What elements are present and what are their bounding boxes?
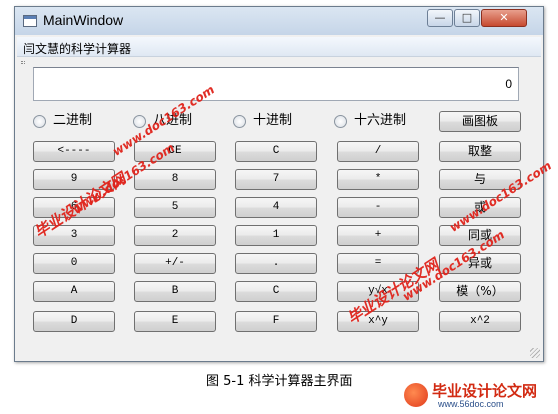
- digit-7-button[interactable]: 7: [235, 169, 317, 190]
- hex-a-button[interactable]: A: [33, 281, 115, 302]
- radio-label: 十六进制: [354, 113, 407, 128]
- minimize-button[interactable]: —: [427, 9, 453, 27]
- hex-e-button[interactable]: E: [134, 311, 216, 332]
- resize-grip-icon[interactable]: [530, 348, 540, 358]
- logo-title: 毕业设计论文网: [432, 382, 538, 400]
- radio-label: 二进制: [53, 113, 93, 128]
- digit-0-button[interactable]: 0: [33, 253, 115, 274]
- radio-circle-icon: [33, 115, 46, 128]
- radio-label: 十进制: [253, 113, 293, 128]
- figure-caption: 图 5-1 科学计算器主界面: [206, 374, 353, 389]
- backspace-button[interactable]: <----: [33, 141, 115, 162]
- window-title: MainWindow: [43, 12, 124, 28]
- minus-button[interactable]: -: [337, 197, 419, 218]
- toolbar-handle[interactable]: [21, 61, 25, 64]
- radio-circle-icon: [334, 115, 347, 128]
- divide-button[interactable]: /: [337, 141, 419, 162]
- sign-toggle-button[interactable]: +/-: [134, 253, 216, 274]
- draw-board-button[interactable]: 画图板: [439, 111, 521, 132]
- hex-c-button[interactable]: C: [235, 281, 317, 302]
- hex-d-button[interactable]: D: [33, 311, 115, 332]
- round-button[interactable]: 取整: [439, 141, 521, 162]
- multiply-button[interactable]: *: [337, 169, 419, 190]
- menu-item-calculator[interactable]: 闫文慧的科学计算器: [23, 40, 131, 57]
- square-button[interactable]: x^2: [439, 311, 521, 332]
- clear-button[interactable]: C: [235, 141, 317, 162]
- digit-4-button[interactable]: 4: [235, 197, 317, 218]
- title-bar[interactable]: MainWindow — □ ✕: [15, 7, 543, 35]
- digit-2-button[interactable]: 2: [134, 225, 216, 246]
- close-button[interactable]: ✕: [481, 9, 527, 27]
- menu-bar: 闫文慧的科学计算器: [17, 37, 541, 57]
- app-window-icon: [23, 15, 37, 27]
- digit-1-button[interactable]: 1: [235, 225, 317, 246]
- site-logo: 毕业设计论文网 www.56doc.com: [404, 379, 554, 412]
- logo-url: www.56doc.com: [438, 399, 504, 409]
- hex-f-button[interactable]: F: [235, 311, 317, 332]
- digit-5-button[interactable]: 5: [134, 197, 216, 218]
- hex-b-button[interactable]: B: [134, 281, 216, 302]
- decimal-point-button[interactable]: .: [235, 253, 317, 274]
- maximize-button[interactable]: □: [454, 9, 480, 27]
- plus-button[interactable]: +: [337, 225, 419, 246]
- radio-circle-icon: [233, 115, 246, 128]
- logo-mark-icon: [404, 383, 428, 407]
- mod-button[interactable]: 模（%）: [439, 281, 521, 302]
- result-display[interactable]: 0: [33, 67, 519, 101]
